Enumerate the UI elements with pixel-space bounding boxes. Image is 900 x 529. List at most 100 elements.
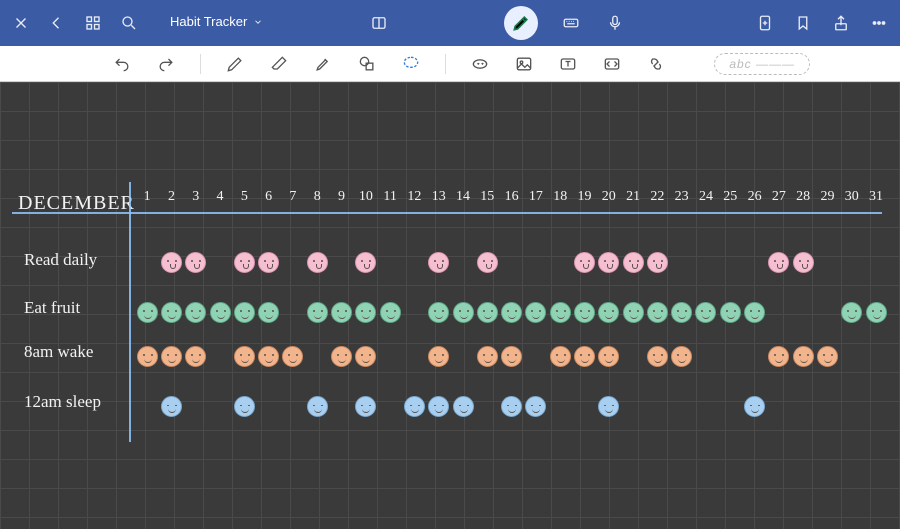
habit-cell[interactable] [524, 300, 548, 324]
habit-cell[interactable] [378, 250, 402, 274]
eraser-tool-icon[interactable] [267, 52, 291, 76]
habit-cell[interactable] [378, 300, 402, 324]
habit-cell[interactable] [767, 344, 791, 368]
habit-sticker[interactable] [380, 302, 401, 323]
habit-sticker[interactable] [574, 346, 595, 367]
habit-sticker[interactable] [234, 302, 255, 323]
habit-sticker[interactable] [744, 302, 765, 323]
habit-cell[interactable] [742, 394, 766, 418]
habit-cell[interactable] [767, 394, 791, 418]
habit-sticker[interactable] [623, 302, 644, 323]
habit-cell[interactable] [135, 394, 159, 418]
habit-sticker[interactable] [331, 302, 352, 323]
habit-cell[interactable] [548, 394, 572, 418]
redo-icon[interactable] [154, 52, 178, 76]
habit-sticker[interactable] [647, 302, 668, 323]
habit-cell[interactable] [621, 344, 645, 368]
habit-sticker[interactable] [258, 346, 279, 367]
habit-cell[interactable] [281, 394, 305, 418]
habit-cell[interactable] [742, 344, 766, 368]
habit-cell[interactable] [281, 300, 305, 324]
habit-sticker[interactable] [501, 346, 522, 367]
habit-sticker[interactable] [574, 252, 595, 273]
habit-cell[interactable] [159, 300, 183, 324]
habit-sticker[interactable] [671, 346, 692, 367]
habit-cell[interactable] [670, 344, 694, 368]
habit-sticker[interactable] [525, 396, 546, 417]
habit-sticker[interactable] [307, 302, 328, 323]
habit-cell[interactable] [159, 250, 183, 274]
element-tool-icon[interactable] [600, 52, 624, 76]
habit-cell[interactable] [256, 344, 280, 368]
habit-sticker[interactable] [428, 252, 449, 273]
habit-cell[interactable] [572, 250, 596, 274]
habit-cell[interactable] [305, 344, 329, 368]
habit-cell[interactable] [354, 394, 378, 418]
habit-cell[interactable] [767, 250, 791, 274]
habit-cell[interactable] [597, 250, 621, 274]
habit-cell[interactable] [572, 394, 596, 418]
split-view-icon[interactable] [368, 12, 390, 34]
habit-cell[interactable] [524, 344, 548, 368]
habit-cell[interactable] [256, 250, 280, 274]
habit-sticker[interactable] [598, 252, 619, 273]
habit-cell[interactable] [864, 344, 888, 368]
habit-cell[interactable] [791, 344, 815, 368]
habit-cell[interactable] [670, 250, 694, 274]
habit-cell[interactable] [427, 394, 451, 418]
add-page-icon[interactable] [754, 12, 776, 34]
habit-cell[interactable] [305, 300, 329, 324]
habit-sticker[interactable] [428, 396, 449, 417]
habit-sticker[interactable] [695, 302, 716, 323]
grid-icon[interactable] [82, 12, 104, 34]
habit-cell[interactable] [354, 344, 378, 368]
habit-sticker[interactable] [501, 396, 522, 417]
habit-sticker[interactable] [161, 346, 182, 367]
habit-sticker[interactable] [744, 396, 765, 417]
habit-cell[interactable] [524, 394, 548, 418]
habit-cell[interactable] [232, 394, 256, 418]
habit-cell[interactable] [354, 300, 378, 324]
habit-cell[interactable] [208, 300, 232, 324]
habit-cell[interactable] [621, 300, 645, 324]
habit-cell[interactable] [305, 250, 329, 274]
habit-sticker[interactable] [817, 346, 838, 367]
shape-tool-icon[interactable] [355, 52, 379, 76]
share-icon[interactable] [830, 12, 852, 34]
habit-sticker[interactable] [671, 302, 692, 323]
habit-cell[interactable] [378, 344, 402, 368]
habit-cell[interactable] [256, 300, 280, 324]
habit-sticker[interactable] [137, 346, 158, 367]
microphone-icon[interactable] [604, 12, 626, 34]
habit-sticker[interactable] [355, 346, 376, 367]
habit-cell[interactable] [256, 394, 280, 418]
habit-sticker[interactable] [331, 346, 352, 367]
habit-sticker[interactable] [477, 252, 498, 273]
habit-cell[interactable] [742, 250, 766, 274]
habit-cell[interactable] [621, 394, 645, 418]
habit-cell[interactable] [475, 250, 499, 274]
habit-sticker[interactable] [793, 346, 814, 367]
lasso-tool-icon[interactable] [399, 52, 423, 76]
habit-cell[interactable] [597, 300, 621, 324]
habit-cell[interactable] [184, 300, 208, 324]
habit-cell[interactable] [815, 394, 839, 418]
habit-cell[interactable] [645, 344, 669, 368]
habit-sticker[interactable] [185, 252, 206, 273]
close-icon[interactable] [10, 12, 32, 34]
habit-cell[interactable] [232, 250, 256, 274]
habit-sticker[interactable] [307, 252, 328, 273]
habit-cell[interactable] [232, 300, 256, 324]
habit-cell[interactable] [451, 300, 475, 324]
habit-cell[interactable] [864, 394, 888, 418]
habit-cell[interactable] [184, 344, 208, 368]
habit-sticker[interactable] [161, 252, 182, 273]
search-icon[interactable] [118, 12, 140, 34]
habit-sticker[interactable] [550, 302, 571, 323]
habit-cell[interactable] [329, 250, 353, 274]
habit-cell[interactable] [475, 300, 499, 324]
habit-cell[interactable] [694, 344, 718, 368]
habit-cell[interactable] [451, 394, 475, 418]
keyboard-icon[interactable] [560, 12, 582, 34]
habit-sticker[interactable] [210, 302, 231, 323]
